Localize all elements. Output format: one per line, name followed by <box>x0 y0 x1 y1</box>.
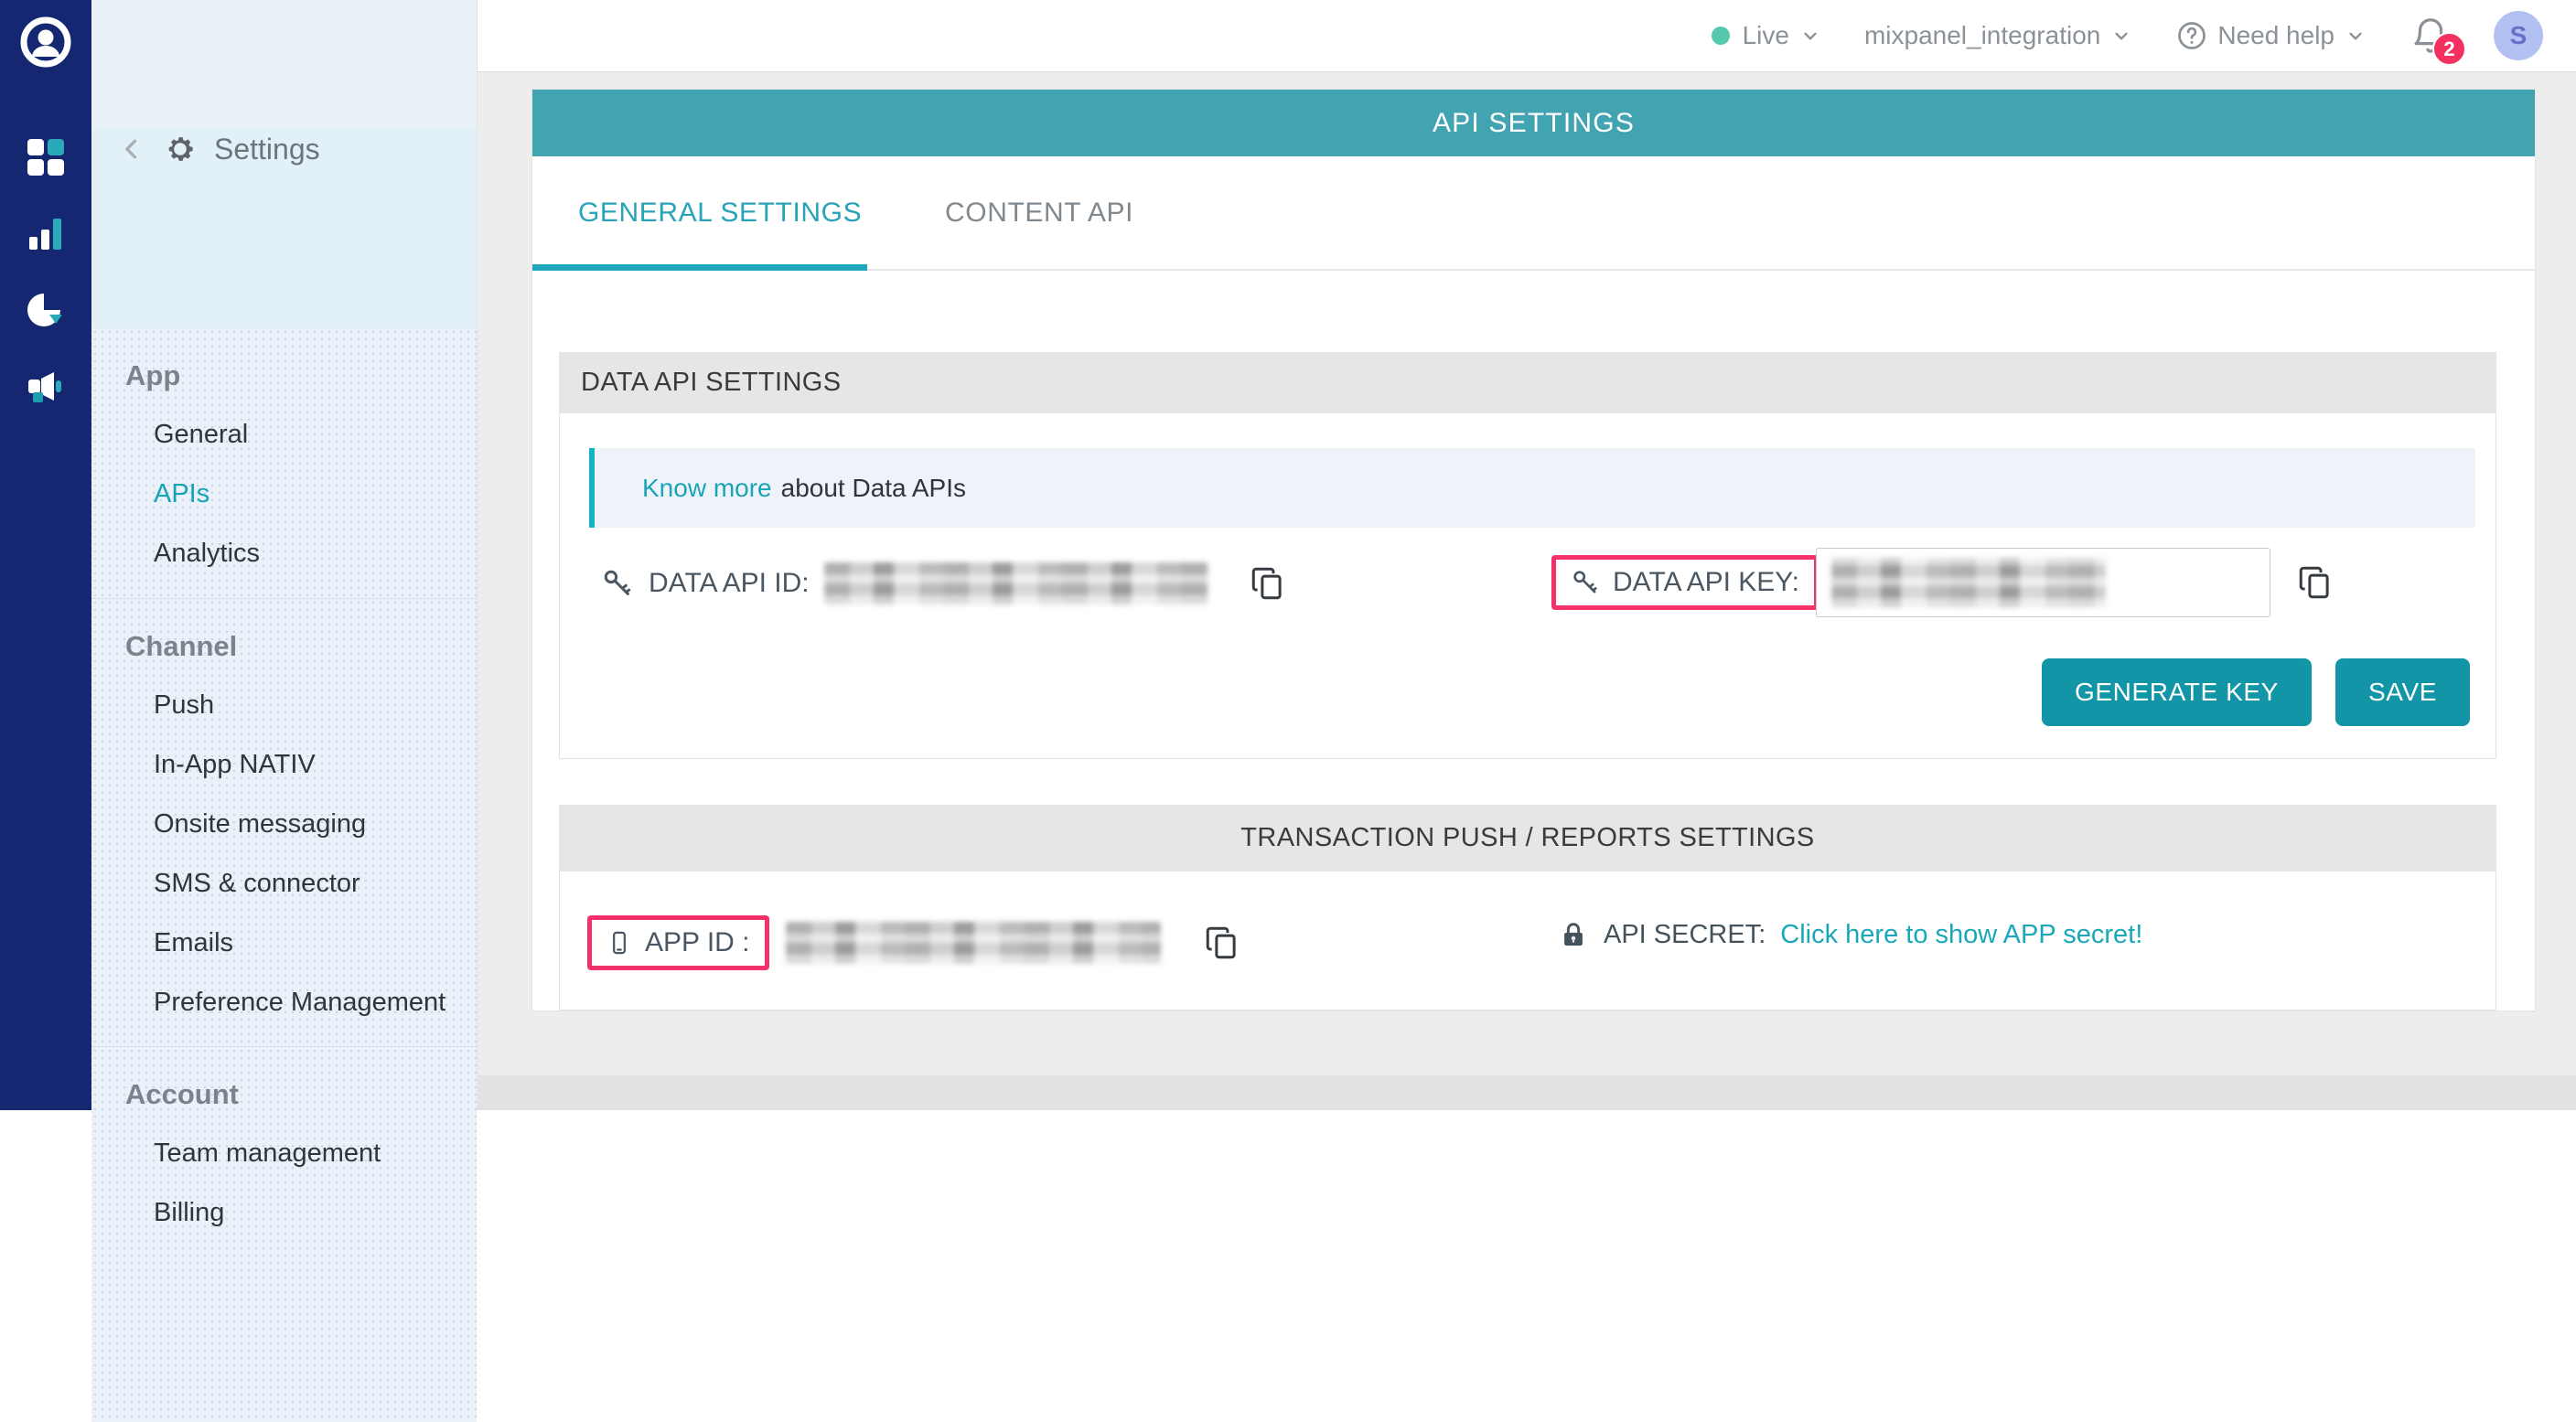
tab-general-settings[interactable]: GENERAL SETTINGS <box>578 198 945 229</box>
data-api-settings-section: DATA API SETTINGS Know more about Data A… <box>559 352 2496 759</box>
help-label: Need help <box>2217 21 2334 50</box>
copy-data-api-id-icon[interactable] <box>1249 563 1287 604</box>
copy-data-api-key-icon[interactable] <box>2296 562 2334 603</box>
section-title-account: Account <box>125 1078 477 1111</box>
data-api-key-row: DATA API KEY: <box>1551 541 2334 624</box>
sidebar-item-general[interactable]: General <box>91 405 477 465</box>
live-status-dot <box>1712 27 1730 45</box>
api-secret-row: API SECRET: Click here to show APP secre… <box>1558 919 2142 950</box>
data-api-key-input[interactable] <box>1816 548 2270 617</box>
sidebar-section-app: App General APIs Analytics <box>91 328 477 598</box>
lock-icon <box>1558 919 1589 950</box>
app-id-label: APP ID : <box>645 927 750 958</box>
segments-pie-icon[interactable] <box>26 290 66 330</box>
tab-bar: GENERAL SETTINGS CONTENT API <box>532 156 2535 271</box>
section-title-channel: Channel <box>125 630 477 663</box>
app-id-row: APP ID : <box>587 908 1241 978</box>
sidebar-section-account: Account Team management Billing <box>91 1046 477 1422</box>
topbar: Live mixpanel_integration Need help 2 S <box>478 0 2576 72</box>
settings-back-header[interactable]: Settings <box>119 129 477 169</box>
sidebar-header: Settings <box>91 129 477 328</box>
data-api-id-row: DATA API ID: <box>601 549 1287 618</box>
page-bottom-strip <box>478 1075 2576 1110</box>
page-title: API SETTINGS <box>1433 108 1635 139</box>
sidebar-item-billing[interactable]: Billing <box>91 1183 477 1243</box>
help-dropdown[interactable]: Need help <box>2175 19 2367 52</box>
notifications-bell[interactable]: 2 <box>2410 15 2452 57</box>
project-dropdown[interactable]: mixpanel_integration <box>1864 21 2133 50</box>
sidebar-section-channel: Channel Push In-App NATIV Onsite messagi… <box>91 598 477 1046</box>
data-api-key-highlight-box: DATA API KEY: <box>1551 555 1819 610</box>
question-circle-icon <box>2175 19 2208 52</box>
sidebar-title: Settings <box>214 133 320 166</box>
data-api-id-label: DATA API ID: <box>649 568 810 599</box>
app-id-highlight-box: APP ID : <box>587 915 769 970</box>
data-api-section-body: Know more about Data APIs DATA API ID: <box>559 413 2496 759</box>
transaction-settings-section: TRANSACTION PUSH / REPORTS SETTINGS APP … <box>559 805 2496 1010</box>
show-app-secret-link[interactable]: Click here to show APP secret! <box>1780 920 2142 950</box>
gear-icon <box>165 134 196 165</box>
tab-content-api[interactable]: CONTENT API <box>945 198 1133 229</box>
sidebar-item-emails[interactable]: Emails <box>91 914 477 973</box>
chevron-down-icon <box>1798 24 1822 48</box>
data-api-key-value-redacted <box>1831 558 2106 607</box>
sidebar-item-apis[interactable]: APIs <box>91 465 477 524</box>
active-tab-underline <box>532 264 867 271</box>
data-api-id-value-redacted <box>824 562 1208 604</box>
chevron-down-icon <box>2344 24 2367 48</box>
main-content-area: API SETTINGS GENERAL SETTINGS CONTENT AP… <box>478 72 2576 1110</box>
section-title-app: App <box>125 359 477 392</box>
key-icon <box>1571 568 1600 597</box>
api-settings-card: API SETTINGS GENERAL SETTINGS CONTENT AP… <box>532 90 2535 1010</box>
user-avatar[interactable]: S <box>2494 11 2543 60</box>
campaigns-megaphone-icon[interactable] <box>26 368 66 408</box>
data-api-buttons: GENERATE KEY SAVE <box>2042 658 2470 726</box>
copy-app-id-icon[interactable] <box>1203 923 1241 963</box>
sidebar-item-sms-connector[interactable]: SMS & connector <box>91 854 477 914</box>
settings-sidebar: Settings App General APIs Analytics Chan… <box>91 0 478 1110</box>
project-name: mixpanel_integration <box>1864 21 2100 50</box>
generate-key-button[interactable]: GENERATE KEY <box>2042 658 2312 726</box>
analytics-bars-icon[interactable] <box>26 213 66 253</box>
sidebar-item-inapp-nativ[interactable]: In-App NATIV <box>91 735 477 795</box>
environment-label: Live <box>1743 21 1789 50</box>
sidebar-item-onsite-messaging[interactable]: Onsite messaging <box>91 795 477 854</box>
know-more-link[interactable]: Know more <box>642 474 772 503</box>
data-api-key-label: DATA API KEY: <box>1613 567 1799 598</box>
chevron-down-icon <box>2109 24 2133 48</box>
transaction-section-body: APP ID : <box>559 871 2496 1010</box>
mobile-phone-icon <box>606 928 632 957</box>
sidebar-item-team-management[interactable]: Team management <box>91 1124 477 1183</box>
transaction-section-header: TRANSACTION PUSH / REPORTS SETTINGS <box>559 805 2496 871</box>
app-id-value-redacted <box>786 922 1161 964</box>
sidebar-item-preference-management[interactable]: Preference Management <box>91 973 477 1032</box>
left-nav-rail <box>0 0 91 1110</box>
page-title-bar: API SETTINGS <box>532 90 2535 156</box>
data-api-section-header: DATA API SETTINGS <box>559 352 2496 413</box>
dashboard-grid-icon[interactable] <box>26 137 66 177</box>
know-more-text: about Data APIs <box>781 474 966 503</box>
back-chevron-icon[interactable] <box>119 135 146 163</box>
know-more-info-box: Know more about Data APIs <box>589 448 2475 528</box>
save-button[interactable]: SAVE <box>2335 658 2470 726</box>
sidebar-item-analytics[interactable]: Analytics <box>91 524 477 583</box>
sidebar-item-push[interactable]: Push <box>91 676 477 735</box>
key-icon <box>601 567 634 600</box>
notification-badge: 2 <box>2432 32 2466 66</box>
api-secret-label: API SECRET: <box>1604 920 1766 950</box>
environment-dropdown[interactable]: Live <box>1712 21 1822 50</box>
account-logo-icon[interactable] <box>20 16 71 68</box>
